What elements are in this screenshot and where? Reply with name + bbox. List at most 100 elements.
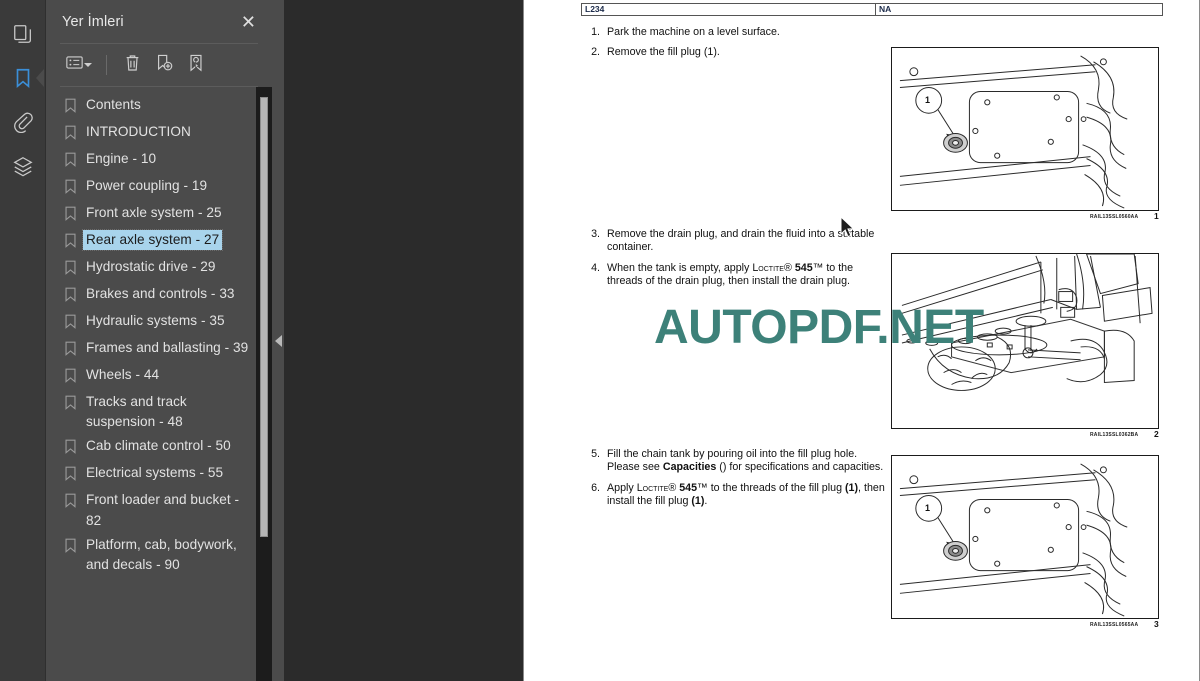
bookmark-item-frames-and-ballasting-39[interactable]: Frames and ballasting - 39 xyxy=(46,336,272,363)
callout-ref: (1) xyxy=(844,481,859,494)
header-cell-right: NA xyxy=(879,4,892,14)
bookmark-label: Rear axle system - 27 xyxy=(81,228,224,252)
bookmark-icon xyxy=(64,463,82,486)
loctite-reg: ® xyxy=(783,261,795,274)
figure-caption-3: RAIL13SSL0565AA xyxy=(1090,622,1139,628)
bookmark-icon xyxy=(64,311,82,334)
bookmark-item-cab-climate-control-50[interactable]: Cab climate control - 50 xyxy=(46,434,272,461)
step-number: 5. xyxy=(591,448,600,460)
figure-caption-1: RAIL13SSL0560AA xyxy=(1090,214,1139,220)
loctite-grade: 545 xyxy=(794,261,813,274)
step6-mid: to the threads of the fill plug xyxy=(707,481,845,494)
toolbar-divider xyxy=(106,55,107,75)
bookmark-list-container: Contents INTRODUCTION Engine - 10 Power cou… xyxy=(46,87,272,681)
figure-number-3: 3 xyxy=(1154,619,1159,629)
capacities-link[interactable]: Capacities xyxy=(663,461,716,473)
bookmark-item-platform-cab-bodywork-and-decals-90[interactable]: Platform, cab, bodywork, and decals - 90 xyxy=(46,533,272,577)
paperclip-icon xyxy=(12,111,34,133)
step6-lead: Apply xyxy=(607,481,637,494)
bookmark-item-electrical-systems-55[interactable]: Electrical systems - 55 xyxy=(46,461,272,488)
step4-lead: When the tank is empty, apply xyxy=(607,261,753,274)
bookmark-item-front-axle-system-25[interactable]: Front axle system - 25 xyxy=(46,201,272,228)
bookmark-edit-icon xyxy=(187,54,205,77)
bookmark-item-engine-10[interactable]: Engine - 10 xyxy=(46,147,272,174)
step-text: Park the machine on a level surface. xyxy=(607,26,780,38)
bookmark-item-introduction[interactable]: INTRODUCTION xyxy=(46,120,272,147)
bookmark-item-contents[interactable]: Contents xyxy=(46,93,272,120)
step-item: 3. Remove the drain plug, and drain the … xyxy=(581,228,887,255)
bookmark-item-hydrostatic-drive-29[interactable]: Hydrostatic drive - 29 xyxy=(46,255,272,282)
bookmark-label: Power coupling - 19 xyxy=(86,178,208,193)
bookmark-label: Brakes and controls - 33 xyxy=(86,286,235,301)
bookmark-icon xyxy=(64,392,82,415)
callout-ref: (1) xyxy=(691,495,705,508)
bookmarks-panel: Yer İmleri ✕ Contents INTRODUCTION Engin… xyxy=(46,0,272,681)
steps-block-1: 1. Park the machine on a level surface. … xyxy=(581,26,881,60)
step-text: Remove the drain plug, and drain the flu… xyxy=(607,228,875,254)
bookmark-icon xyxy=(12,67,34,89)
bookmark-item-front-loader-and-bucket-82[interactable]: Front loader and bucket - 82 xyxy=(46,488,272,532)
step-item: 4. When the tank is empty, apply Loctite… xyxy=(581,262,887,289)
delete-bookmark-button[interactable] xyxy=(117,51,147,79)
bookmarks-panel-title: Yer İmleri xyxy=(62,13,124,30)
bookmark-icon xyxy=(64,176,82,199)
navigation-rail xyxy=(0,0,46,681)
bookmark-item-rear-axle-system-27[interactable]: Rear axle system - 27 xyxy=(46,228,272,255)
close-icon[interactable]: ✕ xyxy=(237,11,260,33)
bookmark-icon xyxy=(64,149,82,172)
step-text: Fill the chain tank by pouring oil into … xyxy=(607,448,887,475)
bookmark-options-button[interactable] xyxy=(60,51,98,79)
pdf-viewer-window: Yer İmleri ✕ Contents INTRODUCTION Engin… xyxy=(0,0,1200,681)
document-viewer[interactable]: L234 NA 1. Park the machine on a level s… xyxy=(284,0,1200,681)
bookmark-label: Wheels - 44 xyxy=(86,367,160,382)
thumbnails-icon xyxy=(12,23,34,45)
step-number: 2. xyxy=(591,46,600,59)
bookmark-item-wheels-44[interactable]: Wheels - 44 xyxy=(46,363,272,390)
bookmark-icon xyxy=(64,203,82,226)
bookmark-item-hydraulic-systems-35[interactable]: Hydraulic systems - 35 xyxy=(46,309,272,336)
step-number: 6. xyxy=(591,481,600,494)
bookmark-label: Front axle system - 25 xyxy=(86,205,222,220)
loctite-tm: ™ xyxy=(812,261,824,274)
figure-fill-plug-3 xyxy=(891,455,1159,619)
step-item: 1. Park the machine on a level surface. xyxy=(581,26,881,39)
loctite-brand: Loctite xyxy=(636,481,669,494)
rail-button-attachments[interactable] xyxy=(3,100,43,144)
bookmark-scrollbar-thumb[interactable] xyxy=(260,97,268,537)
panel-collapse-handle[interactable] xyxy=(272,0,284,681)
rail-button-layers[interactable] xyxy=(3,144,43,188)
bookmark-list: Contents INTRODUCTION Engine - 10 Power cou… xyxy=(46,87,272,681)
bookmark-label: Platform, cab, bodywork, and decals - 90 xyxy=(86,536,237,573)
bookmark-item-tracks-and-track-suspension-48[interactable]: Tracks and track suspension - 48 xyxy=(46,390,272,434)
figure-number-1: 1 xyxy=(1154,211,1159,221)
bookmark-item-brakes-and-controls-33[interactable]: Brakes and controls - 33 xyxy=(46,282,272,309)
figure-callout-3: 1 xyxy=(925,503,931,513)
bookmark-item-power-coupling-19[interactable]: Power coupling - 19 xyxy=(46,174,272,201)
loctite-grade: 545 xyxy=(679,481,698,494)
step-number: 1. xyxy=(591,26,600,38)
layers-icon xyxy=(12,155,34,177)
header-cell-left: L234 xyxy=(582,4,876,15)
bookmark-icon xyxy=(64,436,82,459)
step-number: 4. xyxy=(591,261,600,274)
figure-fill-plug-1 xyxy=(891,47,1159,211)
chevron-down-icon xyxy=(84,63,92,67)
new-bookmark-button[interactable] xyxy=(149,51,179,79)
bookmark-scrollbar[interactable] xyxy=(256,87,272,681)
loctite-reg: ® xyxy=(668,481,680,494)
bookmark-label: Electrical systems - 55 xyxy=(86,465,224,481)
page-header-table: L234 NA xyxy=(581,3,1163,16)
loctite-tm: ™ xyxy=(697,481,708,494)
step-text: When the tank is empty, apply Loctite® 5… xyxy=(607,262,887,289)
bookmark-icon xyxy=(64,490,82,513)
bookmark-label: Front loader and bucket - 82 xyxy=(86,492,240,528)
rail-button-bookmarks[interactable] xyxy=(3,56,43,100)
edit-bookmark-button[interactable] xyxy=(181,51,211,79)
step-text: Remove the fill plug (1). xyxy=(607,46,720,59)
step-text: Apply Loctite® 545™ to the threads of th… xyxy=(607,482,887,509)
bookmark-icon xyxy=(64,365,82,388)
figure-number-2: 2 xyxy=(1154,429,1159,439)
bookmark-label: Tracks and track suspension - 48 xyxy=(86,394,187,430)
bookmark-icon xyxy=(64,122,82,145)
rail-button-thumbnails[interactable] xyxy=(3,12,43,56)
